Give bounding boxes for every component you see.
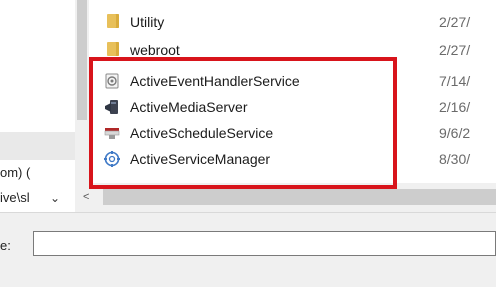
- file-name: ActiveEventHandlerService: [130, 73, 300, 89]
- file-date: 7/14/: [439, 73, 471, 89]
- horizontal-scrollbar-thumb[interactable]: [103, 189, 496, 205]
- media-server-icon: [103, 98, 121, 116]
- navigation-pane[interactable]: om) ( ive\sl ⌄: [0, 0, 75, 212]
- nav-pane-selected-band: [0, 132, 75, 160]
- file-row-webroot[interactable]: webroot 2/27/: [89, 38, 496, 62]
- service-manager-icon: [103, 150, 121, 168]
- file-name-label: e:: [0, 238, 11, 253]
- schedule-service-icon: [103, 124, 121, 142]
- folder-path-text[interactable]: ive\sl: [0, 190, 30, 205]
- file-name: ActiveMediaServer: [130, 99, 248, 115]
- nav-pane-vertical-scrollbar[interactable]: [75, 0, 89, 183]
- scroll-left-icon[interactable]: <: [83, 191, 89, 203]
- file-row-active-service-manager[interactable]: ActiveServiceManager 8/30/: [89, 147, 496, 171]
- file-row-active-schedule-service[interactable]: ActiveScheduleService 9/6/2: [89, 121, 496, 145]
- file-date: 2/27/: [439, 42, 471, 58]
- file-date: 2/16/: [439, 99, 471, 115]
- file-date: 8/30/: [439, 151, 471, 167]
- file-row-active-event-handler-service[interactable]: ActiveEventHandlerService 7/14/: [89, 69, 496, 93]
- scrollbar-thumb[interactable]: [77, 0, 87, 120]
- file-name: Utility: [130, 14, 165, 30]
- file-list[interactable]: Utility 2/27/ webroot 2/27/ ActiveEventH…: [89, 0, 496, 183]
- file-row-utility[interactable]: Utility 2/27/: [89, 10, 496, 34]
- file-name-input[interactable]: [33, 231, 496, 256]
- file-date: 2/27/: [439, 14, 471, 30]
- event-handler-service-icon: [103, 72, 121, 90]
- file-name: ActiveServiceManager: [130, 151, 271, 167]
- file-name: webroot: [130, 42, 180, 58]
- file-date: 9/6/2: [439, 125, 471, 141]
- nav-pane-text: om) (: [0, 165, 31, 180]
- chevron-down-icon[interactable]: ⌄: [50, 191, 60, 205]
- folder-icon: [107, 14, 119, 28]
- horizontal-scrollbar[interactable]: <: [83, 183, 496, 212]
- file-name-bar: e:: [0, 212, 496, 287]
- folder-icon: [107, 42, 119, 56]
- file-row-active-media-server[interactable]: ActiveMediaServer 2/16/: [89, 95, 496, 119]
- file-name: ActiveScheduleService: [130, 125, 274, 141]
